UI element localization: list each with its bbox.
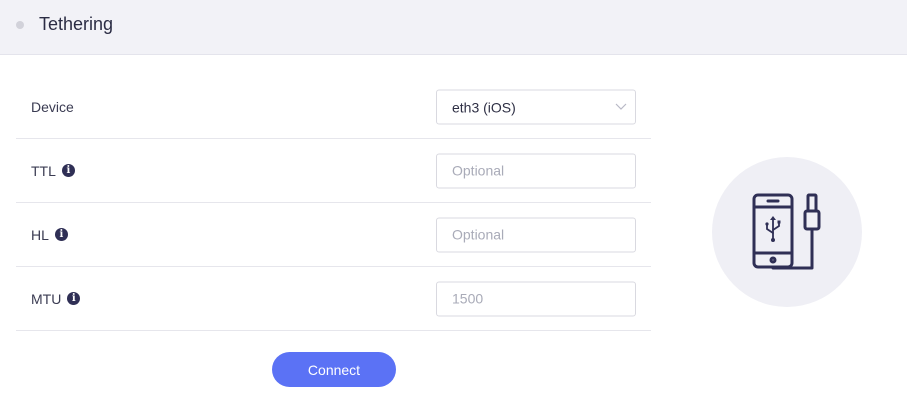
info-icon[interactable]: i bbox=[54, 228, 68, 241]
device-row: Device eth3 (iOS) bbox=[16, 76, 651, 139]
page-header: Tethering bbox=[0, 0, 907, 55]
ttl-row: TTL i bbox=[16, 139, 651, 203]
status-dot bbox=[16, 21, 24, 29]
ttl-field-wrapper bbox=[436, 153, 636, 188]
ttl-input[interactable] bbox=[437, 154, 635, 187]
device-label: Device bbox=[31, 99, 74, 115]
device-label-text: Device bbox=[31, 99, 74, 115]
mtu-input[interactable] bbox=[437, 282, 635, 315]
device-select[interactable]: eth3 (iOS) bbox=[436, 89, 636, 125]
connect-button[interactable]: Connect bbox=[272, 352, 396, 387]
mtu-row: MTU i bbox=[16, 267, 651, 331]
info-icon[interactable]: i bbox=[61, 164, 75, 177]
ttl-label-text: TTL bbox=[31, 162, 56, 179]
hl-input[interactable] bbox=[437, 218, 635, 251]
mtu-field-wrapper bbox=[436, 281, 636, 316]
page-title: Tethering bbox=[39, 14, 114, 34]
phone-usb-icon bbox=[752, 193, 821, 270]
ttl-label: TTL i bbox=[31, 163, 75, 179]
hl-label-text: HL bbox=[31, 226, 49, 243]
tethering-form: Device eth3 (iOS) TTL i HL i MTU i bbox=[16, 76, 651, 331]
hl-label: HL i bbox=[31, 227, 68, 243]
hl-row: HL i bbox=[16, 203, 651, 267]
tethering-illustration bbox=[712, 157, 862, 307]
chevron-down-icon bbox=[615, 103, 627, 110]
hl-field-wrapper bbox=[436, 217, 636, 252]
mtu-label: MTU i bbox=[31, 290, 81, 307]
mtu-label-text: MTU bbox=[31, 290, 62, 307]
info-icon[interactable]: i bbox=[67, 292, 81, 305]
device-select-value: eth3 (iOS) bbox=[452, 99, 516, 115]
